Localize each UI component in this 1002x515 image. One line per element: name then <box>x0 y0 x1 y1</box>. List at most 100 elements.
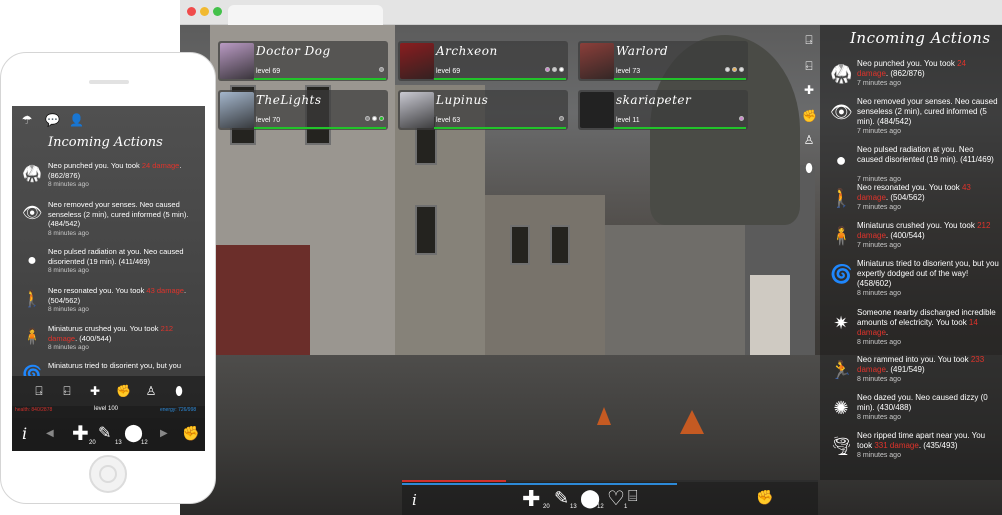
action-toolbar: ⍈ ⍇ ✚ ✊ ♙ ⬮ <box>798 25 820 185</box>
electric-burst-icon: ✷ <box>833 313 849 333</box>
next-arrow-icon[interactable]: ▶ <box>160 428 168 439</box>
enter-door-icon[interactable]: ⍈ <box>32 384 46 398</box>
heal-plus-icon[interactable]: ✚ <box>72 421 89 446</box>
kick-icon: 🥋 <box>22 166 42 183</box>
panel-title: Incoming Actions <box>850 29 991 47</box>
phone-screen: ☂ 💬 👤 Incoming Actions 🥋 Neo punched you.… <box>12 106 205 451</box>
enter-door-icon[interactable]: ⍈ <box>802 33 816 47</box>
phone-home-button[interactable] <box>89 455 127 493</box>
damage-amount: 24 damage <box>141 161 180 170</box>
person-icon[interactable]: ♙ <box>144 384 158 398</box>
home-button-ring <box>99 465 117 483</box>
player-health-bar <box>434 78 566 80</box>
info-button[interactable]: i <box>412 491 417 509</box>
player-level: level 69 <box>436 68 461 75</box>
punch-icon[interactable]: ✊ <box>116 384 131 398</box>
dumbbell-icon[interactable]: ⌸ <box>628 488 638 506</box>
player-card[interactable]: Warlord level 73 <box>578 41 748 81</box>
status-dot <box>732 67 737 72</box>
spiral-icon: 🌀 <box>830 264 853 284</box>
punch-icon[interactable]: ✊ <box>802 109 817 123</box>
prev-arrow-icon[interactable]: ◀ <box>46 428 54 439</box>
heal-count: 20 <box>89 440 96 446</box>
action-timestamp: 8 minutes ago <box>48 267 89 274</box>
action-timestamp: 8 minutes ago <box>48 344 89 351</box>
heart-count: 1 <box>624 504 628 510</box>
player-card[interactable]: Archxeon level 69 <box>398 41 568 81</box>
player-name: Archxeon <box>436 44 498 58</box>
chat-bubble-icon[interactable]: 💬 <box>45 113 60 127</box>
bandage-icon[interactable]: ✎ <box>554 488 569 509</box>
action-timestamp: 8 minutes ago <box>857 339 901 346</box>
location-pin-icon[interactable]: ⬮ <box>802 161 816 175</box>
health-readout: health: 840/2878 <box>15 407 53 413</box>
action-text: Neo resonated you. You took 43 damage. (… <box>48 286 203 305</box>
action-description: Miniaturus crushed you. You took <box>857 221 978 230</box>
health-bar-fill <box>402 480 506 482</box>
punch-icon[interactable]: ✊ <box>756 489 773 506</box>
heal-plus-icon[interactable]: ✚ <box>522 486 540 512</box>
action-result: . (400/544) <box>75 333 112 343</box>
person-icon[interactable]: ♙ <box>802 133 816 147</box>
action-description: Neo removed your senses. Neo caused sens… <box>857 97 998 126</box>
action-description: Neo punched you. You took <box>857 59 958 68</box>
maximize-window-button[interactable] <box>213 7 222 16</box>
minimize-window-button[interactable] <box>200 7 209 16</box>
level-readout: level 100 <box>94 406 119 412</box>
exit-door-icon[interactable]: ⍇ <box>802 59 816 73</box>
action-timestamp: 7 minutes ago <box>857 80 901 87</box>
player-level: level 73 <box>616 68 641 75</box>
action-timestamp: 7 minutes ago <box>857 176 901 183</box>
ram-icon: 🏃 <box>830 360 853 380</box>
action-timestamp: 8 minutes ago <box>857 376 901 383</box>
player-card[interactable]: TheLights level 70 <box>218 90 388 130</box>
user-icon[interactable]: 👤 <box>69 113 84 127</box>
player-health-bar <box>434 127 566 129</box>
action-timestamp: 8 minutes ago <box>857 290 901 297</box>
action-text: Someone nearby discharged incredible amo… <box>857 308 999 338</box>
browser-tab[interactable] <box>228 5 383 25</box>
player-card[interactable]: Lupinus level 63 <box>398 90 568 130</box>
radiation-dot-icon: ● <box>835 150 847 170</box>
exit-door-icon[interactable]: ⍇ <box>60 384 74 398</box>
status-dots <box>739 116 744 121</box>
bandage-icon[interactable]: ✎ <box>98 423 111 443</box>
status-dots <box>559 116 564 121</box>
player-card[interactable]: skariapeter level 11 <box>578 90 748 130</box>
bandage-count: 13 <box>570 504 577 510</box>
incoming-actions-list: 🥋 Neo punched you. You took 24 damage. (8… <box>12 161 205 376</box>
action-timestamp: 8 minutes ago <box>48 306 89 313</box>
status-dot <box>739 67 744 72</box>
player-card[interactable]: Doctor Dog level 69 <box>218 41 388 81</box>
add-icon[interactable]: ✚ <box>88 384 102 398</box>
info-button[interactable]: i <box>22 424 27 443</box>
add-icon[interactable]: ✚ <box>802 83 816 97</box>
spiral-icon: 🌀 <box>22 366 42 376</box>
cloud-rain-icon[interactable]: ☂ <box>20 113 34 127</box>
action-text: Neo rammed into you. You took 233 damage… <box>857 355 999 375</box>
player-avatar <box>580 43 614 79</box>
status-dots <box>379 67 384 72</box>
brain-count: 12 <box>141 440 148 446</box>
status-dot <box>379 116 384 121</box>
action-text: Neo pulsed radiation at you. Neo caused … <box>857 145 999 165</box>
resonate-figure-icon: 🚶 <box>22 291 42 308</box>
phone-top-menu: ☂ 💬 👤 <box>12 110 205 130</box>
status-dot <box>559 67 564 72</box>
browser-window: Doctor Dog level 69 Archxeon level 69 Wa… <box>180 0 1002 515</box>
player-level: level 70 <box>256 117 281 124</box>
player-avatar <box>580 92 614 128</box>
player-avatar <box>400 92 434 128</box>
status-dots <box>545 67 564 72</box>
player-health-bar <box>254 127 386 129</box>
crush-figure-icon: 🧍 <box>830 226 853 246</box>
heart-icon[interactable]: ♡ <box>607 486 625 511</box>
player-level: level 11 <box>616 117 640 124</box>
punch-icon[interactable]: ✊ <box>182 425 199 442</box>
player-name: Lupinus <box>436 93 489 107</box>
phone-device: ☂ 💬 👤 Incoming Actions 🥋 Neo punched you.… <box>0 52 216 504</box>
location-pin-icon[interactable]: ⬮ <box>172 384 186 398</box>
close-window-button[interactable] <box>187 7 196 16</box>
panel-title: Incoming Actions <box>48 135 163 150</box>
brain-count: 12 <box>597 504 604 510</box>
